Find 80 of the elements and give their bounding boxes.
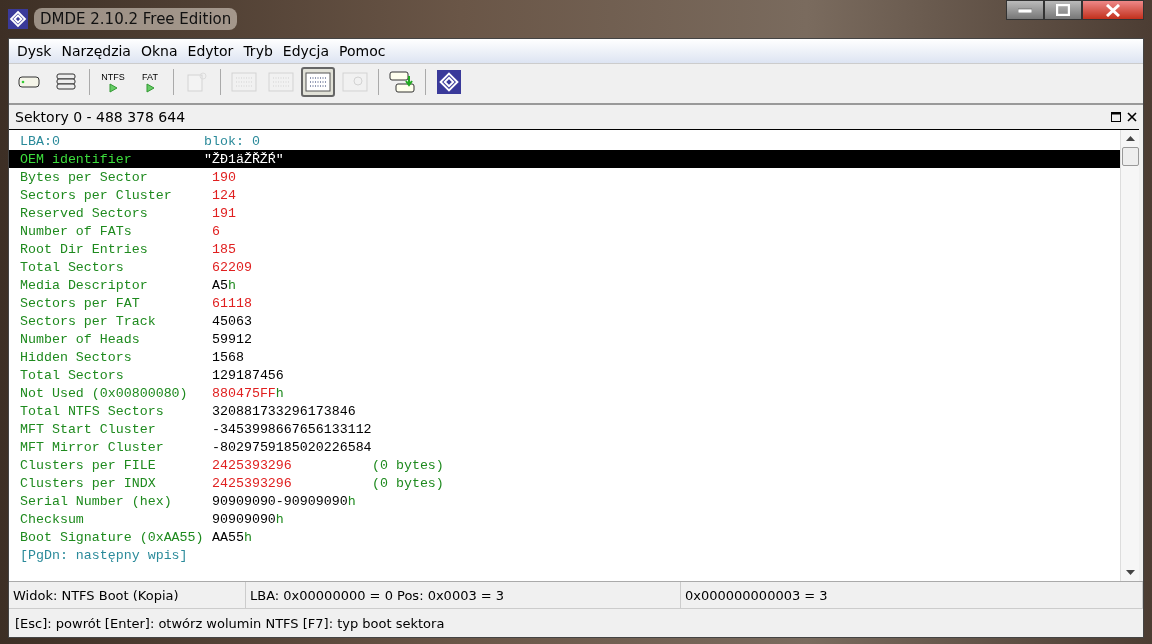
field-value: 185 — [212, 241, 237, 257]
field-label: Total NTFS Sectors — [20, 403, 165, 419]
field-label: Clusters per INDX — [20, 475, 157, 491]
field-value: 2425393296 — [212, 475, 293, 491]
field-value: 2425393296 — [212, 457, 293, 473]
scrollbar[interactable] — [1120, 130, 1139, 581]
field-value: 59912 — [212, 331, 253, 347]
field-label: Clusters per FILE — [20, 457, 157, 473]
field-label: Sectors per FAT — [20, 295, 141, 311]
close-button[interactable] — [1082, 0, 1144, 20]
field-label: MFT Mirror Cluster — [20, 439, 165, 455]
field-value: 129187456 — [212, 367, 285, 383]
field-label: Number of Heads — [20, 331, 141, 347]
menu-item[interactable]: Pomoc — [335, 41, 390, 61]
field-value: A5h — [212, 277, 237, 293]
run-scan-button[interactable]: NTFS — [96, 67, 130, 97]
menu-item[interactable]: Dysk — [13, 41, 56, 61]
table-view-button[interactable] — [301, 67, 335, 97]
close-icon — [1105, 3, 1121, 17]
status-text: 0x000000000003 = 3 — [681, 582, 1143, 608]
field-value: 6 — [212, 223, 221, 239]
field-label: Serial Number (hex) — [20, 493, 173, 509]
field-value: 61118 — [212, 295, 253, 311]
maximize-button[interactable] — [1044, 0, 1082, 20]
hint-text: [PgDn: następny wpis] — [20, 547, 189, 563]
field-label: Number of FATs — [20, 223, 133, 239]
field-label: Root Dir Entries — [20, 241, 149, 257]
disk-stack-icon — [56, 73, 76, 91]
field-label: Media Descriptor — [20, 277, 149, 293]
play-icon — [108, 82, 118, 93]
field-label: Hidden Sectors — [20, 349, 133, 365]
maximize-icon — [1056, 4, 1070, 16]
field-value: 90909090-90909090h — [212, 493, 357, 509]
minimize-button[interactable] — [1006, 0, 1044, 20]
field-value: 191 — [212, 205, 237, 221]
field-label: Checksum — [20, 511, 85, 527]
field-label: Reserved Sectors — [20, 205, 149, 221]
field-label: Sectors per Cluster — [20, 187, 173, 203]
field-note: (0 bytes) — [372, 475, 444, 491]
field-label: MFT Start Cluster — [20, 421, 157, 437]
menu-item[interactable]: Edytor — [183, 41, 238, 61]
block-label: blok: 0 — [204, 133, 261, 149]
field-value: 90909090h — [212, 511, 285, 527]
field-value: AA55h — [212, 529, 253, 545]
field-value: -3453998667656133112 — [212, 421, 372, 437]
field-label: Total Sectors — [20, 367, 125, 383]
minimize-icon — [1018, 7, 1032, 13]
field-value: 320881733296173846 — [212, 403, 357, 419]
menu-item[interactable]: Tryb — [239, 41, 277, 61]
field-label: Not Used (0x00800080) — [20, 385, 189, 401]
window-title: DMDE 2.10.2 Free Edition — [34, 8, 238, 30]
field-label: Boot Signature (0xAA55) — [20, 529, 205, 545]
maximize-panel-icon[interactable] — [1111, 112, 1121, 122]
menu-item[interactable]: Narzędzia — [57, 41, 135, 61]
field-note: (0 bytes) — [372, 457, 444, 473]
selected-row[interactable]: OEM identifier "ŽĐ1äŽŘŽŔ" — [9, 150, 1120, 168]
scrollbar-thumb[interactable] — [1121, 147, 1139, 166]
status-text: Widok: NTFS Boot (Kopia) — [9, 582, 246, 608]
field-value: -8029759185020226584 — [212, 439, 372, 455]
field-label: Sectors per Track — [20, 313, 157, 329]
status-text: LBA: 0x00000000 = 0 Pos: 0x0003 = 3 — [246, 582, 681, 608]
field-value: 124 — [212, 187, 237, 203]
scroll-down-icon[interactable] — [1125, 570, 1135, 575]
close-panel-icon[interactable] — [1127, 112, 1137, 122]
scroll-up-icon[interactable] — [1125, 136, 1135, 141]
run-scan-button[interactable]: FAT — [133, 67, 167, 97]
field-value: "ŽĐ1äŽŘŽŔ" — [204, 151, 285, 167]
field-value: 190 — [212, 169, 237, 185]
field-label: Total Sectors — [20, 259, 125, 275]
play-icon — [145, 82, 155, 93]
field-value: 45063 — [212, 313, 253, 329]
panel-title: Sektory 0 - 488 378 644 — [15, 109, 186, 125]
field-value: 880475FFh — [212, 385, 285, 401]
app-logo-icon — [8, 9, 28, 29]
menu-item[interactable]: Edycja — [278, 41, 333, 61]
key-hints-text: [Esc]: powrót [Enter]: otwórz wolumin NTFS [F7]: typ boot sektora — [15, 615, 445, 631]
field-value: 1568 — [212, 349, 245, 365]
menu-item[interactable]: Okna — [136, 41, 182, 61]
field-value: 62209 — [212, 259, 253, 275]
field-label: Bytes per Sector — [20, 169, 149, 185]
